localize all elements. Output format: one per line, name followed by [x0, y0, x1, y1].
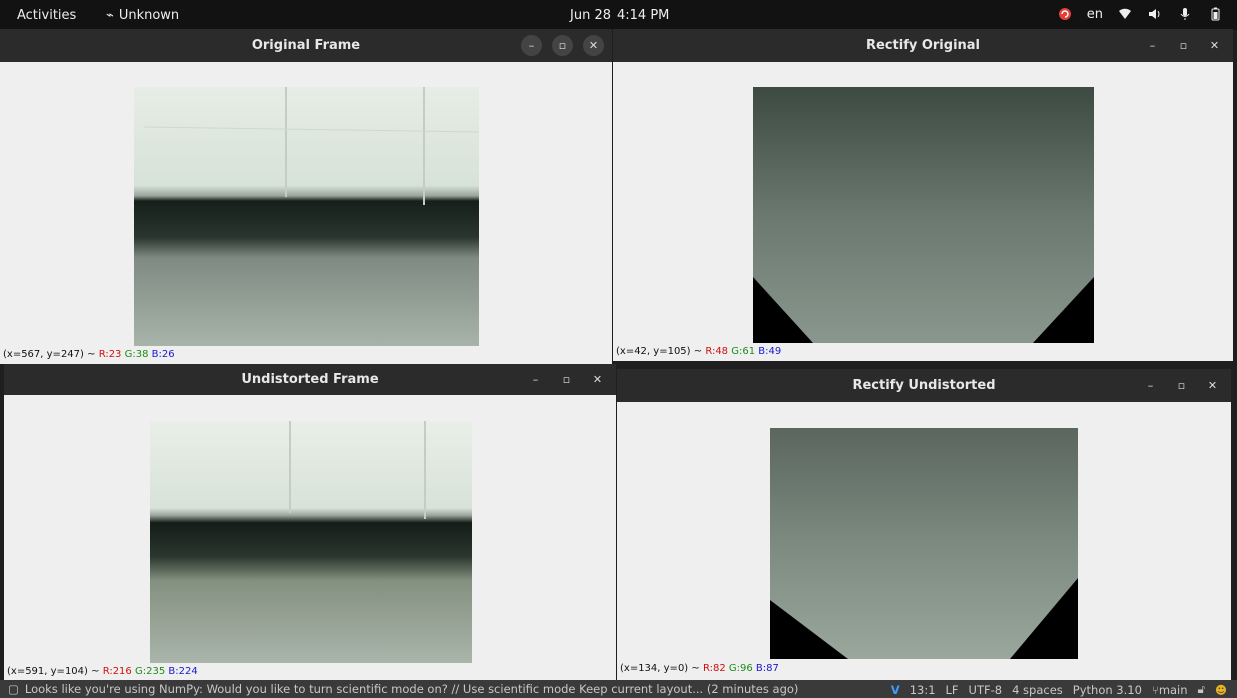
system-top-bar: Activities ⌁ Unknown Jun 28 4:14 PM en	[0, 0, 1237, 30]
close-icon[interactable]: ✕	[1204, 35, 1225, 56]
microphone-icon[interactable]	[1177, 6, 1193, 22]
indent-setting[interactable]: 4 spaces	[1012, 683, 1063, 697]
inspection-icon[interactable]: ☻	[1215, 683, 1227, 697]
maximize-icon[interactable]: ▫	[1171, 375, 1192, 396]
pixel-info: (x=591, y=104) ~ R:216 G:235 B:224	[7, 666, 198, 677]
maximize-icon[interactable]: ▫	[556, 369, 577, 390]
branch-icon: ⑂	[1151, 682, 1159, 697]
app-name: Unknown	[118, 8, 180, 23]
encoding[interactable]: UTF-8	[969, 683, 1003, 697]
minimize-icon[interactable]: –	[1140, 375, 1161, 396]
app-icon: ⌁	[106, 8, 114, 23]
rectified-image[interactable]	[753, 87, 1094, 343]
undistorted-frame-window[interactable]: Undistorted Frame – ▫ ✕ (x=591, y=104) ~…	[4, 364, 616, 680]
minimize-icon[interactable]: –	[1142, 35, 1163, 56]
pixel-info: (x=567, y=247) ~ R:23 G:38 B:26	[3, 349, 175, 360]
window-title[interactable]: Rectify Undistorted	[617, 369, 1231, 402]
close-icon[interactable]: ✕	[1202, 375, 1223, 396]
app-menu[interactable]: ⌁ Unknown	[106, 8, 179, 23]
time: 4:14 PM	[617, 8, 670, 23]
cursor-position[interactable]: 13:1	[910, 683, 936, 697]
activities-button[interactable]: Activities	[17, 8, 76, 23]
original-frame-window[interactable]: Original Frame – ▫ ✕ (x=567, y=247) ~ R:…	[0, 29, 612, 364]
minimize-icon[interactable]: –	[521, 35, 542, 56]
vim-icon[interactable]: V	[891, 683, 900, 697]
window-controls: – ▫ ✕	[521, 29, 604, 62]
close-icon[interactable]: ✕	[587, 369, 608, 390]
notification-icon[interactable]: ▢	[8, 682, 19, 696]
git-branch[interactable]: ⑂main	[1152, 683, 1188, 697]
pixel-info: (x=42, y=105) ~ R:48 G:61 B:49	[616, 346, 782, 357]
undistorted-image[interactable]	[150, 421, 472, 663]
maximize-icon[interactable]: ▫	[552, 35, 573, 56]
record-indicator-icon[interactable]	[1057, 6, 1073, 22]
volume-icon[interactable]	[1147, 6, 1163, 22]
language-indicator[interactable]: en	[1087, 7, 1103, 22]
pixel-info: (x=134, y=0) ~ R:82 G:96 B:87	[620, 663, 779, 674]
minimize-icon[interactable]: –	[525, 369, 546, 390]
clock[interactable]: Jun 28 4:14 PM	[570, 8, 675, 23]
window-controls: – ▫ ✕	[1142, 29, 1225, 62]
date: Jun 28	[570, 8, 611, 23]
rectify-original-window[interactable]: Rectify Original – ▫ ✕ (x=42, y=105) ~ R…	[613, 29, 1233, 361]
status-message[interactable]: Looks like you're using NumPy: Would you…	[25, 682, 799, 696]
python-interpreter[interactable]: Python 3.10	[1073, 683, 1142, 697]
rectify-undistorted-window[interactable]: Rectify Undistorted – ▫ ✕ (x=134, y=0) ~…	[617, 369, 1231, 680]
wifi-icon[interactable]	[1117, 6, 1133, 22]
window-title[interactable]: Rectify Original	[613, 29, 1233, 62]
line-ending[interactable]: LF	[946, 683, 959, 697]
close-icon[interactable]: ✕	[583, 35, 604, 56]
system-tray[interactable]: en	[1057, 6, 1223, 22]
window-controls: – ▫ ✕	[525, 364, 608, 395]
window-controls: – ▫ ✕	[1140, 369, 1223, 402]
rectified-undistorted-image[interactable]	[770, 428, 1078, 659]
camera-frame-image[interactable]	[134, 87, 479, 346]
maximize-icon[interactable]: ▫	[1173, 35, 1194, 56]
battery-icon[interactable]	[1207, 6, 1223, 22]
lock-icon[interactable]: 🔓︎	[1198, 682, 1205, 697]
ide-status-bar: ▢ Looks like you're using NumPy: Would y…	[0, 680, 1237, 698]
